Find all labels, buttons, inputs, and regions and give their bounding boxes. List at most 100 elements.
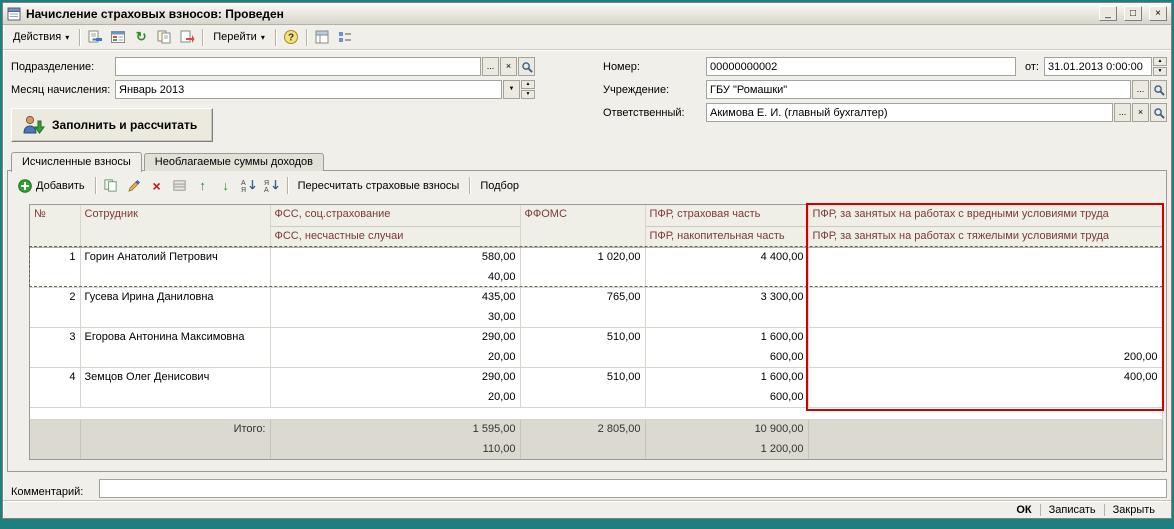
totals-row: 110,00 1 200,00 <box>30 439 1163 459</box>
month-spin-up-icon[interactable]: ▲ <box>521 80 535 89</box>
responsible-input[interactable] <box>707 104 1112 121</box>
institution-input[interactable] <box>707 81 1130 98</box>
column-header-fss-accidents[interactable]: ФСС, несчастные случаи <box>270 226 521 248</box>
move-up-icon[interactable]: ↑ <box>192 176 214 196</box>
fill-and-calculate-button[interactable]: Заполнить и рассчитать <box>11 108 213 142</box>
column-header-pfr-insurance[interactable]: ПФР, страховая часть <box>645 205 809 227</box>
add-row-button[interactable]: Добавить <box>12 176 91 196</box>
svg-text:Я: Я <box>241 187 246 193</box>
totals-row: Итого: 1 595,00 2 805,00 10 900,00 <box>30 419 1163 439</box>
comment-input[interactable] <box>100 480 1166 497</box>
table-row[interactable]: 2 Гусева Ирина Даниловна 435,00 765,00 3… <box>30 287 1163 328</box>
number-input[interactable] <box>707 58 1015 75</box>
comment-label: Комментарий: <box>11 485 84 498</box>
date-spinner: ▲ ▼ <box>1153 57 1167 76</box>
svg-text:?: ? <box>288 33 294 44</box>
totals-label: Итого: <box>80 419 271 439</box>
actions-menu-button[interactable]: Действия ▾ <box>7 27 75 47</box>
recalculate-button[interactable]: Пересчитать страховые взносы <box>292 176 466 196</box>
date-spin-down-icon[interactable]: ▼ <box>1153 67 1167 76</box>
status-bar: ОК Записать Закрыть <box>3 500 1171 518</box>
number-label: Номер: <box>603 60 640 73</box>
table-row[interactable]: 1 Горин Анатолий Петрович 580,00 1 020,0… <box>30 247 1163 288</box>
toolbar-separator <box>79 28 81 46</box>
institution-select-button[interactable]: ... <box>1132 80 1149 99</box>
tab-panel: Добавить × ↑ ↓ АЯ Я А Пересчитать страхо… <box>7 170 1167 472</box>
department-clear-button[interactable]: × <box>500 57 517 76</box>
goto-menu-button[interactable]: Перейти ▾ <box>207 27 271 47</box>
toolbar-separator <box>274 28 276 46</box>
table-row[interactable]: 4 Земцов Олег Денисович 290,00 510,00 1 … <box>30 367 1163 408</box>
edit-row-icon[interactable] <box>123 176 145 196</box>
table-filler <box>30 407 1163 420</box>
toolbar-separator <box>305 28 307 46</box>
help-icon[interactable]: ? <box>280 27 302 47</box>
minimize-button[interactable]: _ <box>1099 6 1117 21</box>
dropdown-arrow-icon: ▾ <box>260 32 265 42</box>
document-icon <box>7 7 21 21</box>
save-button[interactable]: Записать <box>1041 504 1104 516</box>
column-header-num[interactable]: № <box>30 205 81 248</box>
document-movements-icon[interactable] <box>107 27 129 47</box>
sort-ascending-icon[interactable]: АЯ <box>238 176 260 196</box>
month-spinner: ▲ ▼ <box>521 80 535 99</box>
form-settings-icon[interactable] <box>334 27 356 47</box>
fill-person-icon <box>21 113 45 137</box>
responsible-select-button[interactable]: ... <box>1114 103 1131 122</box>
responsible-open-button[interactable] <box>1150 103 1167 122</box>
department-input[interactable] <box>116 58 480 75</box>
responsible-clear-button[interactable]: × <box>1132 103 1149 122</box>
close-form-button[interactable]: Закрыть <box>1105 504 1163 516</box>
month-input[interactable] <box>116 81 501 98</box>
move-down-icon[interactable]: ↓ <box>215 176 237 196</box>
svg-text:Я: Я <box>264 180 269 187</box>
combo-arrow-icon: ▼ <box>508 86 515 92</box>
date-spin-up-icon[interactable]: ▲ <box>1153 57 1167 66</box>
reread-icon[interactable] <box>176 27 198 47</box>
refresh-icon[interactable]: ↻ <box>130 27 152 47</box>
toolbar-separator <box>94 177 96 194</box>
month-spin-down-icon[interactable]: ▼ <box>521 90 535 99</box>
window-title: Начисление страховых взносов: Проведен <box>26 6 284 21</box>
toolbar-separator <box>202 28 204 46</box>
svg-text:А: А <box>241 180 246 187</box>
tab-strip: Исчисленные взносы Необлагаемые суммы до… <box>11 152 326 172</box>
column-header-ffoms[interactable]: ФФОМС <box>520 205 646 248</box>
responsible-label: Ответственный: <box>603 106 685 119</box>
month-dropdown-button[interactable]: ▼ <box>503 80 520 99</box>
table-row[interactable]: 3 Егорова Антонина Максимовна 290,00 510… <box>30 327 1163 368</box>
institution-open-button[interactable] <box>1150 80 1167 99</box>
department-select-button[interactable]: ... <box>482 57 499 76</box>
toolbar-separator <box>286 177 288 194</box>
month-label: Месяц начисления: <box>11 83 111 96</box>
department-open-button[interactable] <box>518 57 535 76</box>
date-input[interactable] <box>1045 58 1151 75</box>
department-field: ... × <box>115 57 535 76</box>
title-bar[interactable]: Начисление страховых взносов: Проведен _… <box>3 3 1171 25</box>
copy-row-icon[interactable] <box>100 176 122 196</box>
tab-nontaxable-income[interactable]: Необлагаемые суммы доходов <box>143 153 324 171</box>
tab-calculated-contributions[interactable]: Исчисленные взносы <box>11 152 142 172</box>
document-window: Начисление страховых взносов: Проведен _… <box>2 2 1172 519</box>
post-document-icon[interactable] <box>84 27 106 47</box>
list-settings-icon[interactable] <box>311 27 333 47</box>
sort-descending-icon[interactable]: ЯА <box>261 176 283 196</box>
maximize-button[interactable]: □ <box>1124 6 1142 21</box>
column-header-pfr-harmful[interactable]: ПФР, за занятых на работах с вредными ус… <box>808 205 1163 227</box>
institution-field: ... <box>706 80 1167 99</box>
close-button[interactable]: × <box>1149 6 1167 21</box>
column-header-fss-social[interactable]: ФСС, соц.страхование <box>270 205 521 227</box>
comment-field <box>99 479 1167 498</box>
main-toolbar: Действия ▾ ↻ Перейти ▾ ? <box>3 25 1171 50</box>
date-label: от: <box>1025 60 1039 73</box>
ok-button[interactable]: ОК <box>1008 504 1039 516</box>
column-header-employee[interactable]: Сотрудник <box>80 205 271 248</box>
reorder-icon[interactable] <box>169 176 191 196</box>
column-header-pfr-funded[interactable]: ПФР, накопительная часть <box>645 226 809 248</box>
pick-button[interactable]: Подбор <box>474 176 525 196</box>
date-field: ▲ ▼ <box>1044 57 1167 76</box>
dropdown-arrow-icon: ▾ <box>65 32 70 42</box>
column-header-pfr-heavy[interactable]: ПФР, за занятых на работах с тяжелыми ус… <box>808 226 1163 248</box>
delete-row-icon[interactable]: × <box>146 176 168 196</box>
copy-icon[interactable] <box>153 27 175 47</box>
